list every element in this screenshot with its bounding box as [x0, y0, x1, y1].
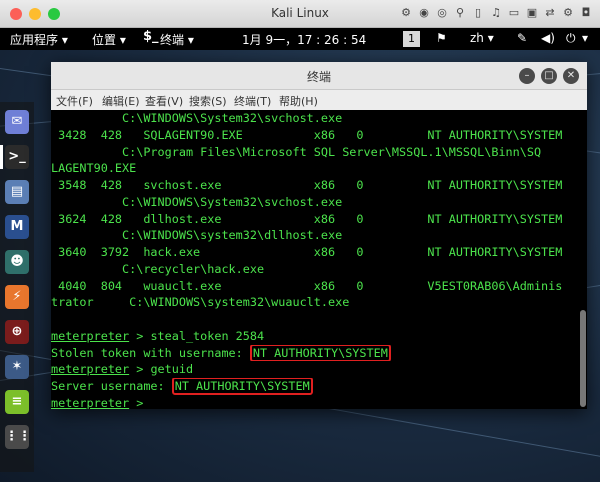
- files-app-icon[interactable]: ▤: [5, 180, 29, 204]
- highlighted-username: NT AUTHORITY\SYSTEM: [171, 378, 313, 395]
- terminal-line: 3640 3792 hack.exe x86 0 NT AUTHORITY\SY…: [51, 244, 577, 261]
- menu-view[interactable]: 查看(V): [145, 93, 183, 109]
- power-icon[interactable]: ⏻: [566, 31, 576, 46]
- terminal-menubar: 文件(F) 编辑(E) 查看(V) 搜索(S) 终端(T) 帮助(H): [51, 90, 587, 110]
- terminal-line: C:\WINDOWS\System32\svchost.exe: [51, 194, 577, 211]
- terminal-line: meterpreter >: [51, 395, 577, 409]
- clock[interactable]: 1月 9一，17 : 26 : 54: [242, 31, 366, 48]
- settings-icon[interactable]: ⚙: [560, 5, 576, 21]
- output-text: C:\recycler\hack.exe: [51, 261, 265, 276]
- menu-file[interactable]: 文件(F): [56, 93, 93, 109]
- menu-search[interactable]: 搜索(S): [189, 93, 227, 109]
- volume-icon[interactable]: ◀): [541, 31, 555, 45]
- terminal-line: C:\WINDOWS\system32\dllhost.exe: [51, 227, 577, 244]
- power-menu-arrow[interactable]: ▾: [582, 31, 588, 45]
- places-menu[interactable]: 位置 ▾: [92, 31, 126, 48]
- terminal-line: 3548 428 svchost.exe x86 0 NT AUTHORITY\…: [51, 177, 577, 194]
- menu-help[interactable]: 帮助(H): [279, 93, 318, 109]
- active-app-indicator: [0, 145, 3, 169]
- output-text: 3640 3792 hack.exe x86 0 NT AUTHORITY\SY…: [51, 245, 563, 259]
- terminal-app-icon: $_: [143, 29, 159, 44]
- terminal-line: meterpreter > steal_token 2584: [51, 328, 577, 345]
- mouse-icon[interactable]: ▯: [470, 5, 486, 21]
- terminal-output: C:\WINDOWS\System32\svchost.exe 3428 428…: [51, 110, 577, 409]
- armitage-app-icon[interactable]: ⊕: [5, 320, 29, 344]
- output-text: 3624 428 dllhost.exe x86 0 NT AUTHORITY\…: [51, 211, 563, 226]
- output-text: 4040 804 wuauclt.exe x86 0 V5EST0RAB06\A…: [51, 278, 563, 293]
- output-text: C:\WINDOWS\System32\svchost.exe: [51, 111, 343, 125]
- metasploit-app-icon[interactable]: M: [5, 215, 29, 239]
- meterpreter-prompt: meterpreter: [51, 362, 130, 377]
- meterpreter-prompt: meterpreter: [51, 328, 130, 343]
- host-window-titlebar: Kali Linux ⚙ ◉ ◎ ⚲ ▯ ♫ ▭ ▣ ⇄ ⚙ ◘: [0, 0, 600, 28]
- input-method-menu[interactable]: zh ▾: [470, 31, 494, 45]
- terminal-line: C:\WINDOWS\System32\svchost.exe: [51, 110, 577, 127]
- terminal-window: 终端 – □ ✕ 文件(F) 编辑(E) 查看(V) 搜索(S) 终端(T) 帮…: [51, 62, 587, 409]
- user-app-icon[interactable]: ☻: [5, 250, 29, 274]
- pen-icon[interactable]: ✎: [517, 31, 527, 45]
- terminal-titlebar[interactable]: 终端 – □ ✕: [51, 62, 587, 90]
- menu-edit[interactable]: 编辑(E): [102, 93, 140, 109]
- menu-terminal[interactable]: 终端(T): [234, 93, 271, 109]
- disk-icon[interactable]: ◉: [416, 5, 432, 21]
- minimize-icon[interactable]: –: [519, 68, 535, 84]
- terminal-line: 4040 804 wuauclt.exe x86 0 V5EST0RAB06\A…: [51, 278, 577, 295]
- network-icon[interactable]: ⇄: [542, 5, 558, 21]
- applications-menu[interactable]: 应用程序 ▾: [10, 31, 68, 48]
- gnome-top-bar: 应用程序 ▾ 位置 ▾ $_ 终端 ▾ 1月 9一，17 : 26 : 54 1…: [0, 28, 600, 50]
- output-text: C:\WINDOWS\system32\dllhost.exe: [51, 228, 343, 243]
- mail-app-icon[interactable]: ✉: [5, 110, 29, 134]
- terminal-scrollbar[interactable]: [580, 310, 586, 407]
- audio-icon[interactable]: ♫: [488, 5, 504, 21]
- meterpreter-prompt: meterpreter: [51, 395, 130, 409]
- terminal-line: 3624 428 dllhost.exe x86 0 NT AUTHORITY\…: [51, 211, 577, 228]
- display-icon[interactable]: ▣: [524, 5, 540, 21]
- terminal-line: LAGENT90.EXE: [51, 160, 577, 177]
- terminal-line: meterpreter > getuid: [51, 361, 577, 378]
- output-text: C:\Program Files\Microsoft SQL Server\MS…: [51, 144, 542, 159]
- usb-icon[interactable]: ⚲: [452, 5, 468, 21]
- apps-grid-icon[interactable]: ⋮⋮: [5, 425, 31, 449]
- output-text: LAGENT90.EXE: [51, 161, 137, 176]
- notes-app-icon[interactable]: ≡: [5, 390, 29, 414]
- network-icon[interactable]: ⚑: [436, 31, 447, 45]
- terminal-line: Server username: NT AUTHORITY\SYSTEM: [51, 378, 577, 395]
- output-text: C:\WINDOWS\System32\svchost.exe: [51, 194, 343, 209]
- terminal-line: 3428 428 SQLAGENT90.EXE x86 0 NT AUTHORI…: [51, 127, 577, 144]
- output-text: trator C:\WINDOWS\system32\wuauclt.exe: [51, 295, 350, 310]
- maximize-icon[interactable]: □: [541, 68, 557, 84]
- wrench-icon[interactable]: ⚙: [398, 5, 414, 21]
- camera-icon[interactable]: ◘: [578, 5, 594, 21]
- vm-toolbar: ⚙ ◉ ◎ ⚲ ▯ ♫ ▭ ▣ ⇄ ⚙ ◘: [398, 5, 594, 23]
- terminal-line: C:\Program Files\Microsoft SQL Server\MS…: [51, 144, 577, 161]
- burpsuite-app-icon[interactable]: ⚡: [5, 285, 29, 309]
- terminal-line: Stolen token with username: NT AUTHORITY…: [51, 344, 577, 362]
- workspace-indicator[interactable]: 1: [403, 31, 420, 47]
- maltego-app-icon[interactable]: ✶: [5, 355, 29, 379]
- folder-icon[interactable]: ▭: [506, 5, 522, 21]
- output-text: 3428 428 SQLAGENT90.EXE x86 0 NT AUTHORI…: [51, 127, 563, 142]
- command-text: >: [129, 395, 151, 409]
- terminal-title: 终端: [306, 70, 331, 84]
- cd-icon[interactable]: ◎: [434, 5, 450, 21]
- terminal-app-icon[interactable]: >_: [5, 145, 29, 169]
- output-label: Server username:: [51, 379, 172, 393]
- command-text: > getuid: [129, 362, 194, 377]
- terminal-body[interactable]: C:\WINDOWS\System32\svchost.exe 3428 428…: [51, 110, 587, 409]
- close-icon[interactable]: ✕: [563, 68, 579, 84]
- terminal-line: trator C:\WINDOWS\system32\wuauclt.exe: [51, 294, 577, 311]
- command-text: > steal_token 2584: [129, 328, 265, 343]
- dock: ✉ >_ ▤ M ☻ ⚡ ⊕ ✶ ≡ ⋮⋮: [0, 102, 34, 472]
- output-label: Stolen token with username:: [51, 345, 250, 360]
- output-text: 3548 428 svchost.exe x86 0 NT AUTHORITY\…: [51, 178, 563, 192]
- highlighted-username: NT AUTHORITY\SYSTEM: [249, 344, 391, 362]
- terminal-line: C:\recycler\hack.exe: [51, 261, 577, 278]
- current-app-menu[interactable]: 终端 ▾: [160, 31, 194, 48]
